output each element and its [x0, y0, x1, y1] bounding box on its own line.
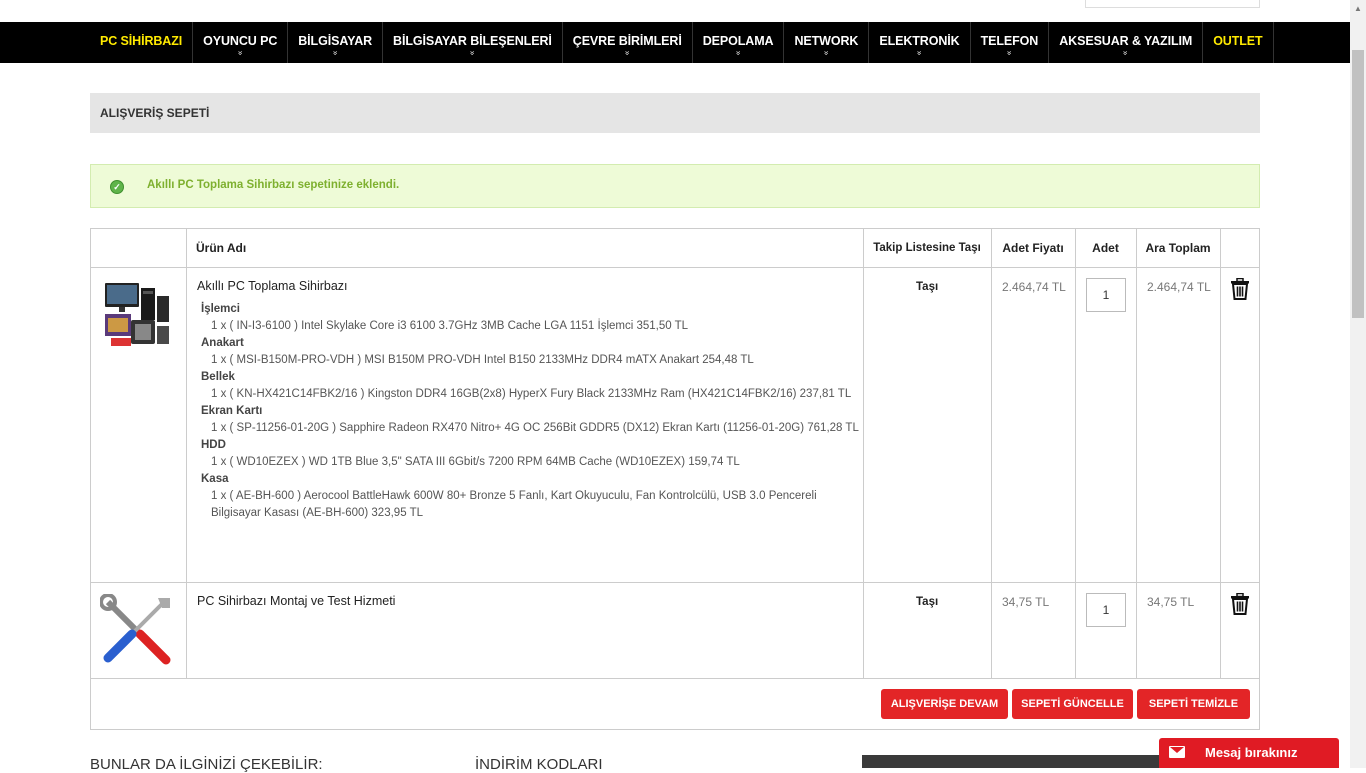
quantity-input[interactable]: 1: [1086, 278, 1126, 312]
product-specs: İşlemci 1 x ( IN-I3-6100 ) Intel Skylake…: [201, 301, 861, 522]
row-1-price-cell: [991, 267, 1076, 583]
page-title: ALIŞVERİŞ SEPETİ: [90, 93, 1260, 133]
nav-item-bilgisayar[interactable]: BİLGİSAYAR»: [288, 22, 384, 63]
spec-category: İşlemci: [201, 303, 240, 315]
spec-item: 1 x ( KN-HX421C14FBK2/16 ) Kingston DDR4…: [211, 388, 852, 400]
chevron-down-icon: »: [468, 50, 478, 56]
nav-item-depolama[interactable]: DEPOLAMA»: [693, 22, 785, 63]
move-to-list-link[interactable]: Taşı: [916, 281, 938, 293]
quantity-input[interactable]: 1: [1086, 593, 1126, 627]
product-name[interactable]: Akıllı PC Toplama Sihirbazı: [197, 279, 348, 293]
header-remove-cell: [1220, 228, 1260, 268]
chevron-down-icon: »: [1121, 50, 1131, 56]
page-scrollbar[interactable]: ▲: [1350, 0, 1366, 768]
row-1-subtotal-cell: [1136, 267, 1221, 583]
envelope-icon: [1169, 746, 1185, 758]
spec-category: Anakart: [201, 337, 244, 349]
success-alert: ✓ Akıllı PC Toplama Sihirbazı sepetinize…: [90, 164, 1260, 208]
nav-item-outlet[interactable]: OUTLET: [1203, 22, 1274, 63]
chevron-down-icon: »: [822, 50, 832, 56]
nav-item-elektronik[interactable]: ELEKTRONİK»: [869, 22, 971, 63]
clear-cart-button[interactable]: SEPETİ TEMİZLE: [1137, 689, 1250, 719]
row-1-remove-cell: [1220, 267, 1260, 583]
chevron-down-icon: »: [734, 50, 744, 56]
header-unit-price: Adet Fiyatı: [991, 228, 1076, 268]
spec-category: Bellek: [201, 371, 235, 383]
tools-thumbnail[interactable]: [100, 594, 174, 668]
pc-bundle-thumbnail[interactable]: [101, 280, 173, 352]
nav-item-telefon[interactable]: TELEFON»: [971, 22, 1050, 63]
header-image-cell: [90, 228, 187, 268]
scrollbar-thumb[interactable]: [1352, 50, 1364, 318]
leave-message-button[interactable]: Mesaj bırakınız: [1159, 738, 1339, 768]
unit-price: 2.464,74 TL: [1002, 280, 1066, 294]
unit-price: 34,75 TL: [1002, 595, 1050, 609]
spec-category: HDD: [201, 439, 226, 451]
chevron-down-icon: »: [331, 50, 341, 56]
chevron-down-icon: »: [1005, 50, 1015, 56]
continue-shopping-button[interactable]: ALIŞVERİŞE DEVAM: [881, 689, 1008, 719]
related-products-heading: BUNLAR DA İLGİNİZİ ÇEKEBİLİR:: [90, 756, 323, 773]
update-cart-button[interactable]: SEPETİ GÜNCELLE: [1012, 689, 1133, 719]
alert-message: Akıllı PC Toplama Sihirbazı sepetinize e…: [147, 179, 400, 191]
product-name[interactable]: PC Sihirbazı Montaj ve Test Hizmeti: [197, 594, 395, 608]
subtotal: 2.464,74 TL: [1147, 280, 1211, 294]
chevron-down-icon: »: [623, 50, 633, 56]
top-strip: [0, 0, 1366, 22]
row-1-move-cell: [863, 267, 992, 583]
trash-icon[interactable]: [1230, 278, 1250, 300]
spec-item: 1 x ( WD10EZEX ) WD 1TB Blue 3,5" SATA I…: [211, 456, 740, 468]
discount-codes-heading: İNDİRİM KODLARI: [475, 756, 603, 773]
subtotal: 34,75 TL: [1147, 595, 1195, 609]
header-product-name: Ürün Adı: [186, 228, 864, 268]
header-subtotal: Ara Toplam: [1136, 228, 1221, 268]
spec-item: 1 x ( SP-11256-01-20G ) Sapphire Radeon …: [211, 422, 859, 434]
spec-category: Kasa: [201, 473, 229, 485]
nav-item-pc-sihirbazi[interactable]: PC SİHİRBAZI: [90, 22, 194, 63]
header-quantity: Adet: [1075, 228, 1137, 268]
main-nav: PC SİHİRBAZI OYUNCU PC» BİLGİSAYAR» BİLG…: [0, 22, 1350, 63]
nav-item-network[interactable]: NETWORK»: [784, 22, 870, 63]
chevron-down-icon: »: [236, 50, 246, 56]
trash-icon[interactable]: [1230, 593, 1250, 615]
nav-item-cevre-birimleri[interactable]: ÇEVRE BİRİMLERİ»: [563, 22, 693, 63]
leave-message-label: Mesaj bırakınız: [1205, 745, 1298, 760]
spec-item: 1 x ( MSI-B150M-PRO-VDH ) MSI B150M PRO-…: [211, 354, 754, 366]
nav-item-oyuncu-pc[interactable]: OYUNCU PC»: [193, 22, 289, 63]
spec-item: 1 x ( AE-BH-600 ) Aerocool BattleHawk 60…: [211, 490, 817, 519]
move-to-list-link[interactable]: Taşı: [916, 596, 938, 608]
chevron-down-icon: »: [915, 50, 925, 56]
spec-category: Ekran Kartı: [201, 405, 263, 417]
check-circle-icon: ✓: [110, 180, 124, 194]
spec-item: 1 x ( IN-I3-6100 ) Intel Skylake Core i3…: [211, 320, 689, 332]
search-box[interactable]: [1085, 0, 1260, 8]
header-move-to-list: Takip Listesine Taşı: [863, 228, 992, 268]
scroll-up-icon[interactable]: ▲: [1354, 4, 1362, 13]
nav-item-bilgisayar-bilesenleri[interactable]: BİLGİSAYAR BİLEŞENLERİ»: [383, 22, 563, 63]
row-1-qty-cell: [1075, 267, 1137, 583]
nav-item-aksesuar-yazilim[interactable]: AKSESUAR & YAZILIM»: [1049, 22, 1204, 63]
